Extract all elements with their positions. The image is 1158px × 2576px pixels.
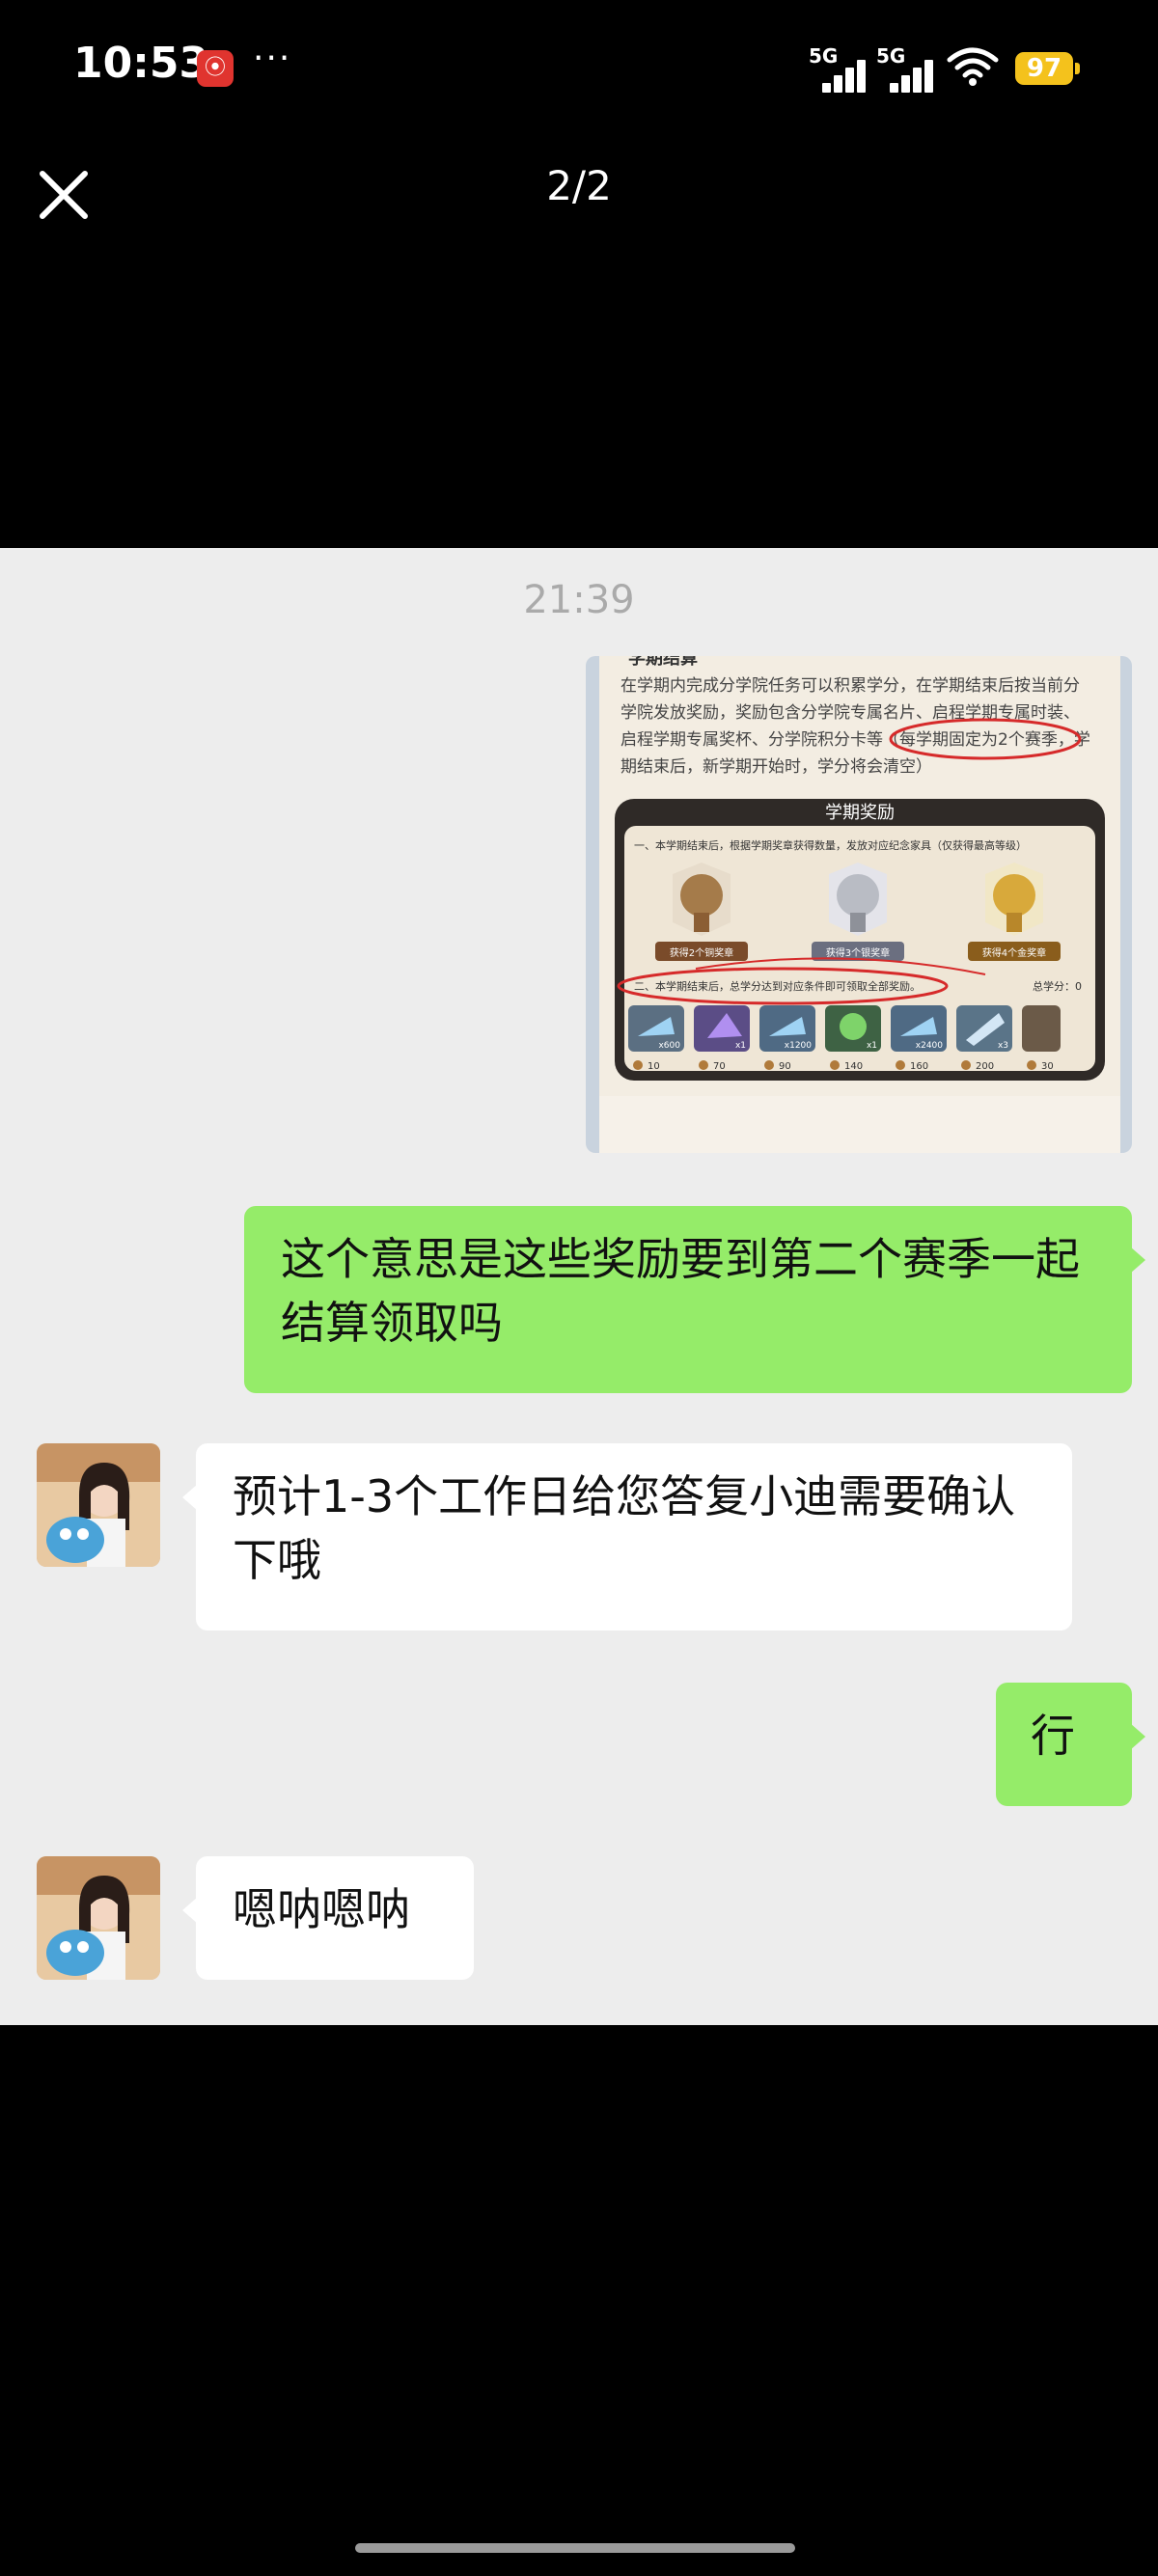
received-message-bubble[interactable]: 嗯呐嗯呐 xyxy=(182,1856,474,1980)
image-message[interactable]: 学期结算 在学期内完成分学院任务可以积累学分，在学期结束后按当前分 学院发放奖励… xyxy=(586,656,1132,1153)
reward-panel-title: 学期奖励 xyxy=(825,803,895,823)
chat-screenshot[interactable]: 21:39 学期结算 在学期内完成分学院任务可以积累学分，在学期结束后按当前分 … xyxy=(0,548,1158,2025)
reward-note-1: 一、本学期结束后，根据学期奖章获得数量，发放对应纪念家具（仅获得最高等级） xyxy=(634,838,1027,852)
screenshot-header: 学期结算 xyxy=(628,656,698,669)
reward-count: x1200 xyxy=(785,1041,813,1051)
message-timestamp: 21:39 xyxy=(523,578,635,622)
sent-message-bubble[interactable]: 行 xyxy=(996,1683,1145,1806)
reward-cost: 90 xyxy=(779,1061,791,1072)
reward-cost: 160 xyxy=(910,1061,928,1072)
message-text: 行 xyxy=(1031,1710,1075,1762)
received-message-bubble[interactable]: 预计1-3个工作日给您答复小迪需要确认下哦 xyxy=(182,1443,1072,1631)
message-text: 这个意思是这些奖励要到第二个赛季一起结算领取吗 xyxy=(281,1233,1080,1349)
screenshot-text-line: 启程学期专属奖杯、分学院积分卡等（每学期固定为2个赛季，学 xyxy=(620,729,1090,750)
trophy-bronze-label: 获得2个铜奖章 xyxy=(670,946,733,959)
home-indicator[interactable] xyxy=(355,2543,795,2553)
battery-indicator: 97 xyxy=(1015,52,1080,85)
reward-count: x600 xyxy=(658,1041,680,1051)
reward-count: x2400 xyxy=(916,1041,944,1051)
agent-avatar[interactable] xyxy=(37,1856,160,1980)
reward-cost: 30 xyxy=(1041,1061,1054,1072)
reward-count: x1 xyxy=(867,1041,877,1051)
trophy-silver-label: 获得3个银奖章 xyxy=(826,946,890,959)
notification-app-icon: ⦿ xyxy=(197,50,234,87)
screenshot-text-line: 在学期内完成分学院任务可以积累学分，在学期结束后按当前分 xyxy=(620,676,1080,696)
wifi-icon xyxy=(947,47,999,86)
message-text: 预计1-3个工作日给您答复小迪需要确认下哦 xyxy=(233,1470,1016,1586)
page-indicator: 2/2 xyxy=(546,162,612,209)
agent-avatar[interactable] xyxy=(37,1443,160,1567)
reward-cost: 140 xyxy=(844,1061,863,1072)
message-text: 嗯呐嗯呐 xyxy=(233,1883,410,1935)
reward-cost: 200 xyxy=(976,1061,994,1072)
reward-cost: 70 xyxy=(713,1061,726,1072)
trophy-gold-label: 获得4个金奖章 xyxy=(982,946,1046,959)
screenshot-text-line: 期结束后，新学期开始时，学分将会清空） xyxy=(620,757,932,777)
game-screenshot-image: 学期结算 在学期内完成分学院任务可以积累学分，在学期结束后按当前分 学院发放奖励… xyxy=(599,656,1120,1153)
sent-message-bubble[interactable]: 这个意思是这些奖励要到第二个赛季一起结算领取吗 xyxy=(244,1206,1145,1393)
reward-count: x3 xyxy=(998,1041,1008,1051)
status-bar: 10:53 ⦿ ··· 5G 5G 97 xyxy=(0,0,1158,135)
total-credits: 总学分：0 xyxy=(1033,979,1082,993)
more-notifications-icon: ··· xyxy=(253,39,292,78)
reward-cost: 10 xyxy=(648,1061,660,1072)
reward-note-2: 二、本学期结束后，总学分达到对应条件即可领取全部奖励。 xyxy=(634,979,921,993)
reward-count: x1 xyxy=(735,1041,746,1051)
status-time: 10:53 xyxy=(73,39,209,88)
